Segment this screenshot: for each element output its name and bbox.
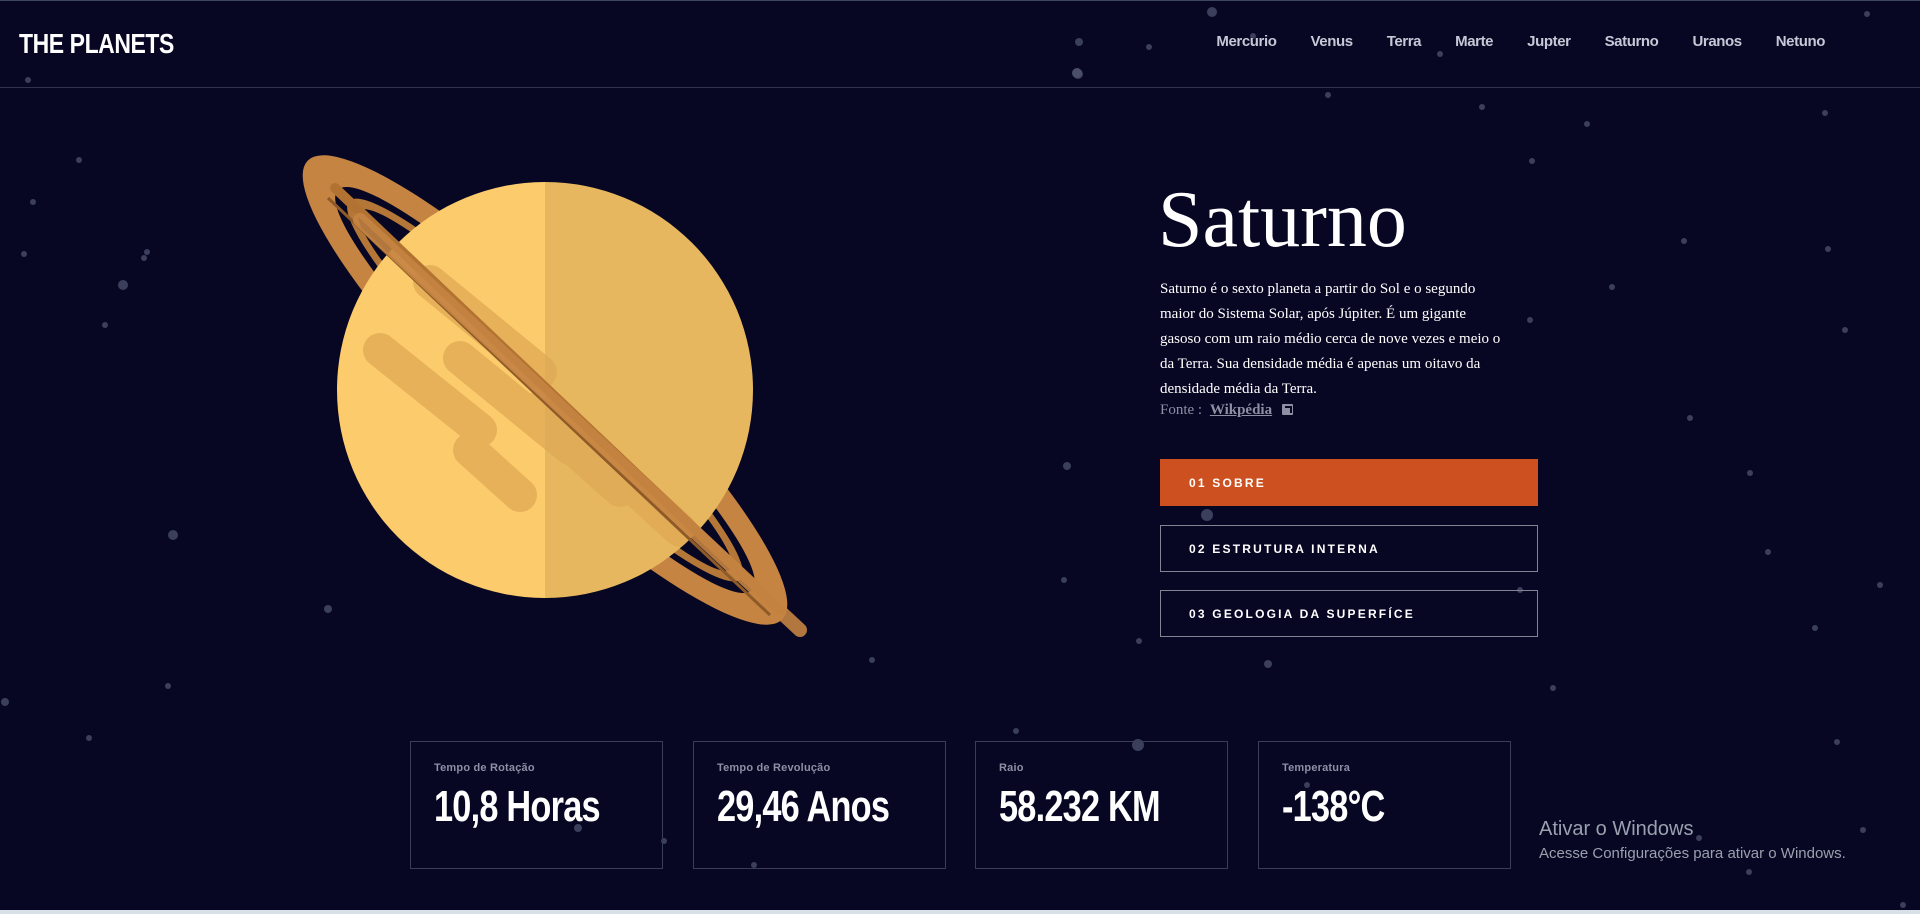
window-bottom-border — [0, 910, 1920, 914]
external-link-icon[interactable] — [1281, 404, 1293, 415]
source-label: Fonte : — [1160, 402, 1203, 418]
tab-estrutura-interna[interactable]: 02 ESTRUTURA INTERNA — [1160, 525, 1538, 572]
saturn-illustration — [302, 155, 807, 637]
stat-value: 10,8 Horas — [434, 782, 601, 831]
nav-item-marte[interactable]: Marte — [1455, 33, 1493, 50]
stat-label: Tempo de Rotação — [434, 762, 535, 774]
watermark-title: Ativar o Windows — [1539, 818, 1694, 840]
planet-description: Saturno é o sexto planeta a partir do So… — [1160, 281, 1501, 397]
stat-label: Tempo de Revolução — [717, 762, 831, 774]
watermark-subtitle: Acesse Configurações para ativar o Windo… — [1539, 845, 1846, 862]
stat-label: Raio — [999, 762, 1024, 774]
stat-value: 58.232 KM — [999, 782, 1161, 831]
nav-item-uranos[interactable]: Uranos — [1692, 33, 1742, 50]
planet-nav: Mercurio Venus Terra Marte Jupter Saturn… — [1182, 33, 1825, 50]
stat-card-radius: Raio 58.232 KM — [975, 741, 1228, 869]
stat-value: -138°C — [1282, 782, 1385, 831]
nav-item-venus[interactable]: Venus — [1311, 33, 1354, 50]
nav-item-mercurio[interactable]: Mercurio — [1216, 33, 1277, 50]
stat-label: Temperatura — [1282, 762, 1351, 774]
wikipedia-link[interactable]: Wikpédia — [1210, 402, 1272, 418]
planet-title: Saturno — [1158, 176, 1407, 264]
nav-item-netuno[interactable]: Netuno — [1776, 33, 1826, 50]
nav-item-terra[interactable]: Terra — [1387, 33, 1422, 50]
tab-sobre[interactable]: 01 SOBRE — [1160, 459, 1538, 506]
stat-value: 29,46 Anos — [717, 782, 890, 831]
tab-geologia-superficie[interactable]: 03 GEOLOGIA DA SUPERFÍCE — [1160, 590, 1538, 637]
nav-item-jupter[interactable]: Jupter — [1527, 33, 1571, 50]
stat-card-revolution: Tempo de Revolução 29,46 Anos — [693, 741, 946, 869]
windows-activation-watermark: Ativar o Windows Acesse Configurações pa… — [1539, 818, 1846, 862]
site-logo[interactable]: THE PLANETS — [19, 28, 174, 60]
source-line: Fonte : Wikpédia — [1160, 402, 1293, 419]
stat-card-rotation: Tempo de Rotação 10,8 Horas — [410, 741, 663, 869]
nav-item-saturno[interactable]: Saturno — [1605, 33, 1659, 50]
stat-card-temperature: Temperatura -138°C — [1258, 741, 1511, 869]
top-navigation-bar: THE PLANETS Mercurio Venus Terra Marte J… — [0, 0, 1920, 88]
